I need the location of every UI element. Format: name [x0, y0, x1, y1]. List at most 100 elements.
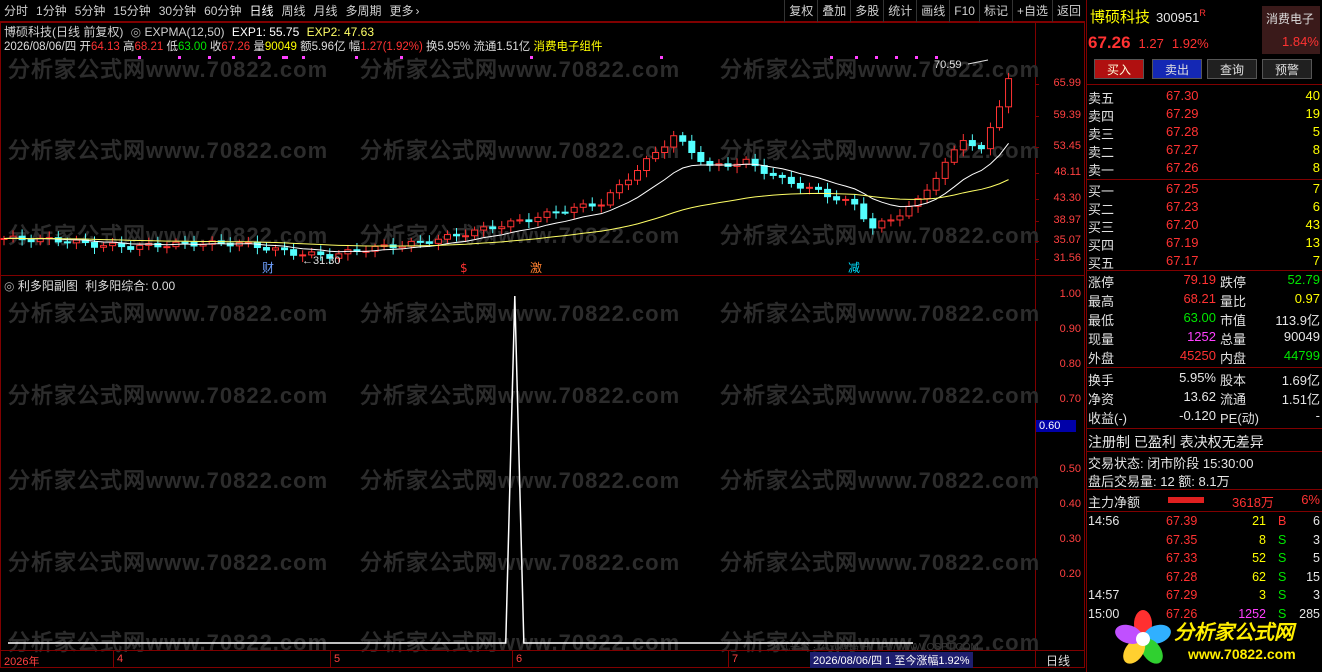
- tool-button-2[interactable]: 多股: [850, 0, 883, 22]
- bid-price: 67.19: [1166, 235, 1199, 250]
- stat-value: 44799: [1283, 348, 1320, 363]
- ask-volume: 8: [1312, 142, 1320, 157]
- query-button[interactable]: 查询: [1207, 59, 1257, 79]
- tool-button-6[interactable]: 标记: [978, 0, 1012, 22]
- period-tab-6[interactable]: 日线: [245, 0, 277, 22]
- period-tab-9[interactable]: 多周期: [342, 0, 386, 22]
- last-price: 67.26: [1088, 33, 1131, 52]
- candle: [353, 243, 361, 256]
- ask-volume: 5: [1312, 124, 1320, 139]
- trade-state: 交易状态: 闭市阶段 15:30:00: [1088, 456, 1254, 471]
- candle: [262, 242, 270, 254]
- candle: [181, 235, 189, 249]
- indicator-line-chart[interactable]: [0, 276, 1035, 649]
- signal-dot: [178, 56, 181, 59]
- main-flow-bar: [1168, 497, 1204, 503]
- period-tab-4[interactable]: 30分钟: [155, 0, 200, 22]
- stock-name: 博硕科技: [1090, 9, 1151, 26]
- bid-price: 67.25: [1166, 181, 1199, 196]
- period-tab-2[interactable]: 5分钟: [71, 0, 110, 22]
- candle: [588, 197, 596, 211]
- exp2-line: [3, 179, 1009, 247]
- high-price-mark: 70.59: [934, 59, 962, 71]
- bid-volume: 7: [1312, 181, 1320, 196]
- tool-button-8[interactable]: 返回: [1051, 0, 1085, 22]
- price-tick-label: 53.45: [1053, 140, 1081, 152]
- stat-value: 45250: [1179, 348, 1216, 363]
- tool-button-5[interactable]: F10: [949, 0, 979, 22]
- period-tab-8[interactable]: 月线: [310, 0, 342, 22]
- event-tag-icon[interactable]: 减: [848, 261, 860, 274]
- price-tick-label: 35.07: [1053, 234, 1081, 246]
- tick-price: 67.33: [1166, 551, 1198, 565]
- candle: [842, 195, 850, 206]
- candle: [769, 168, 777, 180]
- candle: [661, 140, 669, 159]
- buy-button[interactable]: 买入: [1094, 59, 1144, 79]
- bid-volume: 13: [1305, 235, 1320, 250]
- candle: [760, 158, 768, 180]
- finance-value: 1.51亿: [1281, 392, 1320, 407]
- candle: [869, 212, 877, 235]
- period-tab-1[interactable]: 1分钟: [32, 0, 71, 22]
- candle: [543, 208, 551, 223]
- candle: [923, 184, 931, 204]
- period-label[interactable]: 日线: [1046, 652, 1070, 669]
- event-tag-icon[interactable]: $: [460, 261, 468, 274]
- event-tag-icon[interactable]: 财: [262, 261, 274, 274]
- signal-dot: [855, 56, 858, 59]
- candle: [914, 195, 922, 213]
- price-tick: [1035, 221, 1039, 222]
- candle: [950, 145, 958, 165]
- period-tab-0[interactable]: 分时: [0, 0, 32, 22]
- listing-notice: 注册制 已盈利 表决权无差异: [1088, 434, 1264, 450]
- price-summary: 67.26 1.27 1.92%: [1088, 33, 1209, 53]
- candle: [552, 205, 560, 219]
- period-tab-3[interactable]: 15分钟: [109, 0, 154, 22]
- signal-dot: [915, 56, 918, 59]
- period-tab-10[interactable]: 更多 ›: [386, 0, 424, 22]
- candle: [190, 235, 198, 252]
- candle: [380, 239, 388, 251]
- tool-button-1[interactable]: 叠加: [817, 0, 850, 22]
- event-tag-icon[interactable]: 激: [530, 261, 542, 274]
- stat-label: 涨停: [1088, 275, 1115, 290]
- price-tick: [1035, 199, 1039, 200]
- indicator-name[interactable]: EXPMA(12,50): [145, 25, 225, 39]
- tool-button-0[interactable]: 复权: [784, 0, 817, 22]
- tick-volume: 21: [1252, 514, 1266, 528]
- candle: [226, 237, 234, 253]
- ask-volume: 8: [1312, 160, 1320, 175]
- tool-button-3[interactable]: 统计: [883, 0, 916, 22]
- indicator-toggle-icon[interactable]: ◎: [131, 25, 141, 39]
- tick-direction: S: [1278, 588, 1287, 602]
- candle: [896, 209, 904, 227]
- sell-button[interactable]: 卖出: [1152, 59, 1202, 79]
- tick-price: 67.35: [1166, 532, 1198, 547]
- candle: [579, 199, 587, 213]
- date-axis: 2026年 4 5 6 7 2026/08/06/四 1 至今涨幅1.92% 日线: [0, 650, 1085, 668]
- candlestick-chart[interactable]: 70.59 ←31.30 财 $ 激 减: [0, 52, 1035, 274]
- signal-dot: [258, 56, 261, 59]
- tick-price: 67.39: [1166, 514, 1198, 528]
- price-tick-label: 48.11: [1054, 166, 1081, 178]
- tool-button-7[interactable]: +自选: [1011, 0, 1052, 22]
- tool-button-4[interactable]: 画线: [916, 0, 949, 22]
- alert-button[interactable]: 预警: [1262, 59, 1312, 79]
- price-tick-label: 43.30: [1053, 192, 1081, 204]
- period-tab-5[interactable]: 60分钟: [200, 0, 245, 22]
- ask-price: 67.27: [1166, 142, 1199, 157]
- stat-label: 量比: [1220, 294, 1247, 309]
- candle: [290, 242, 298, 260]
- sector-change: 1.84%: [1282, 34, 1319, 49]
- candle: [9, 230, 17, 243]
- signal-dot: [355, 56, 358, 59]
- signal-dot: [208, 56, 211, 59]
- period-tab-7[interactable]: 周线: [277, 0, 309, 22]
- price-change-pct: 1.92%: [1171, 36, 1209, 51]
- price-tick: [1035, 147, 1039, 148]
- quote-panel: 博硕科技 300951R 消费电子 1.84% 67.26 1.27 1.92% 买入 卖出 查询…: [1086, 0, 1322, 672]
- exp1-line: [3, 143, 1009, 253]
- signal-dot: [530, 56, 533, 59]
- candle: [751, 153, 759, 172]
